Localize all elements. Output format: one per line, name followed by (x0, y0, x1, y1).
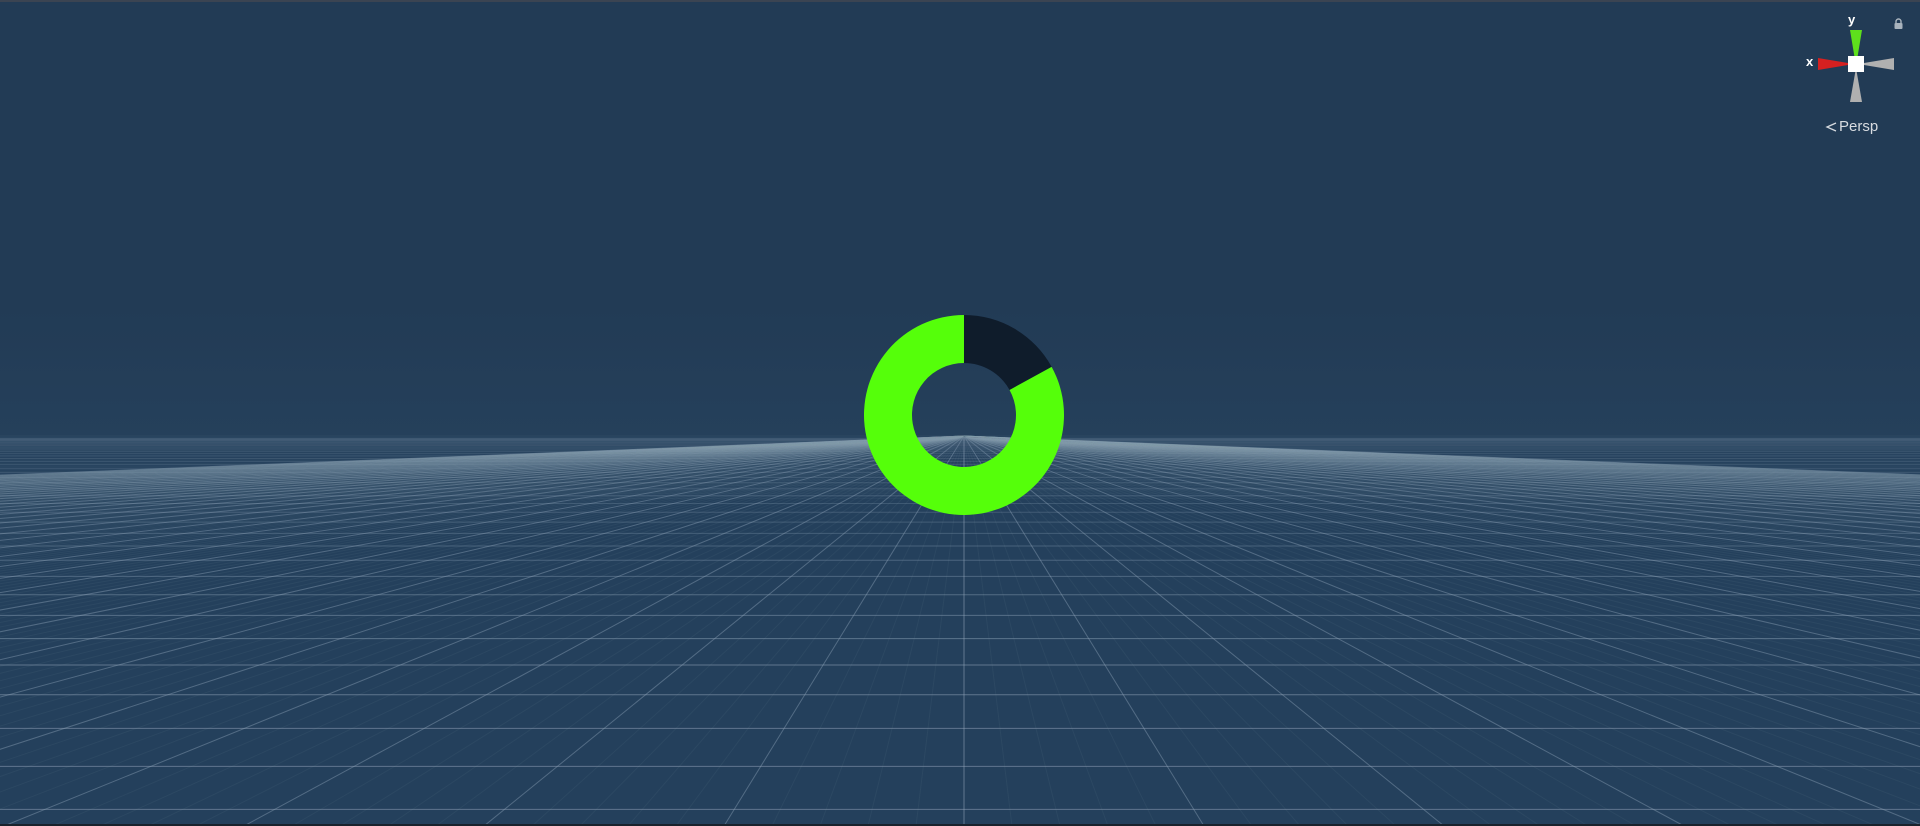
scene-viewport[interactable]: x y Persp (0, 0, 1920, 826)
gizmo-y-label: y (1848, 12, 1856, 27)
lock-icon[interactable] (1893, 18, 1904, 30)
gizmo-x-label: x (1806, 54, 1814, 69)
gizmo-center-cube (1848, 56, 1864, 72)
chevron-left-icon (1825, 121, 1837, 132)
projection-label: Persp (1839, 118, 1879, 135)
neg-y-axis-cone (1850, 68, 1862, 102)
projection-toggle[interactable]: Persp (1825, 118, 1878, 135)
progress-ring-graphic (864, 315, 1064, 515)
viewport-top-border (0, 0, 1920, 2)
progress-ring[interactable] (864, 315, 1064, 515)
